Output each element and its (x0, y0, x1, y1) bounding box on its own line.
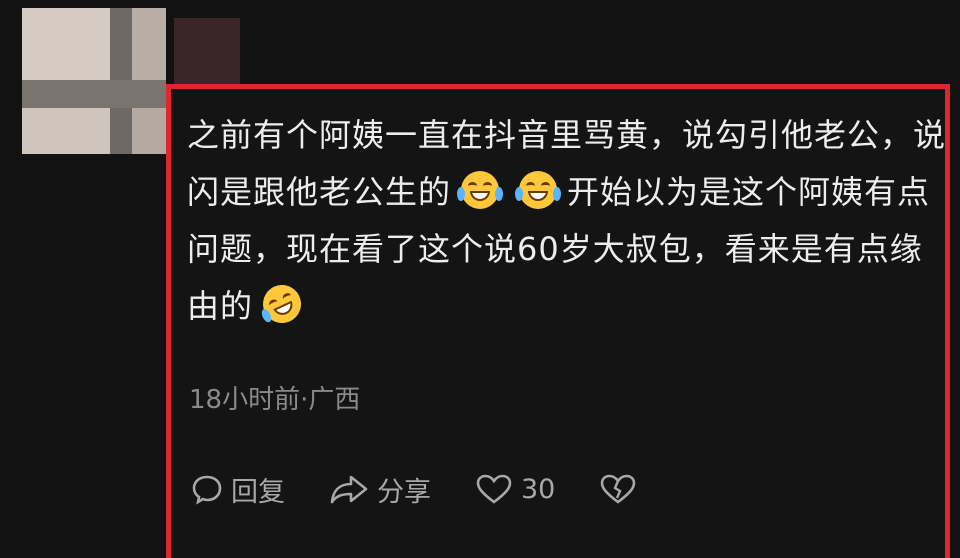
heart-icon (476, 474, 512, 504)
share-label: 分享 (377, 476, 431, 508)
laugh-cry-icon (457, 171, 504, 209)
reply-button[interactable]: 回复 (191, 470, 285, 509)
highlighted-comment-card: 之前有个阿姨一直在抖音里骂黄，说勾引他老公，说闪是跟他老公生的 开始以为是这个阿姨… (166, 84, 950, 558)
comment-meta: 18小时前·广西 (189, 385, 361, 415)
like-button[interactable]: 30 (475, 473, 555, 505)
dislike-button[interactable] (599, 473, 645, 505)
share-button[interactable]: 分享 (329, 470, 431, 509)
like-count: 30 (521, 473, 556, 505)
broken-heart-icon (601, 474, 636, 504)
comment-actions: 回复 分享 30 (191, 467, 911, 511)
rolling-laugh-icon (256, 278, 308, 330)
comment-bubble-icon (192, 475, 222, 505)
laugh-cry-icon (515, 171, 562, 209)
comment-text: 之前有个阿姨一直在抖音里骂黄，说勾引他老公，说闪是跟他老公生的 开始以为是这个阿姨… (187, 107, 947, 335)
reply-label: 回复 (231, 476, 285, 508)
blurred-username-area (174, 18, 240, 84)
blurred-avatar[interactable] (22, 8, 166, 154)
share-arrow-icon (330, 475, 368, 504)
